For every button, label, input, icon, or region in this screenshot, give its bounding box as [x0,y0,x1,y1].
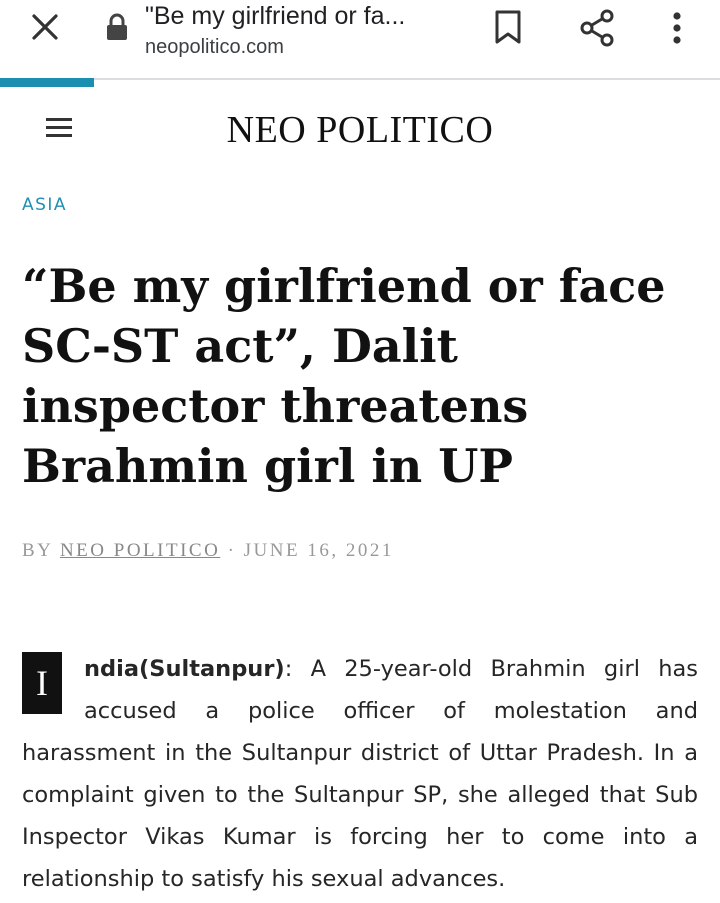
url-text[interactable]: neopolitico.com [145,36,284,59]
share-icon[interactable] [578,8,616,48]
bookmark-icon[interactable] [492,8,524,46]
lead-location: ndia(Sultanpur) [84,656,285,682]
author-link[interactable]: NEO POLITICO [60,540,220,561]
byline: BY NEO POLITICO · JUNE 16, 2021 [22,540,394,562]
byline-prefix: BY [22,540,53,561]
category-link[interactable]: ASIA [22,195,67,215]
more-vert-icon[interactable] [668,8,686,48]
site-title[interactable]: NEO POLITICO [0,108,720,152]
progress-track [0,78,720,80]
close-icon[interactable] [28,10,62,44]
page-title: "Be my girlfriend or fa... [145,2,406,30]
article-headline: “Be my girlfriend or face SC-ST act”, Da… [22,259,666,493]
browser-top-bar: "Be my girlfriend or fa... neopolitico.c… [0,0,720,78]
site-header: NEO POLITICO [0,88,720,178]
lock-icon [107,13,127,40]
page-load-progress [0,78,94,87]
body-text: : A 25-year-old Brahmin girl has accused… [22,656,698,892]
drop-cap: I [22,652,62,714]
date-separator: · [227,540,244,561]
publish-date: JUNE 16, 2021 [243,540,394,561]
article-body: India(Sultanpur): A 25-year-old Brahmin … [22,648,698,900]
